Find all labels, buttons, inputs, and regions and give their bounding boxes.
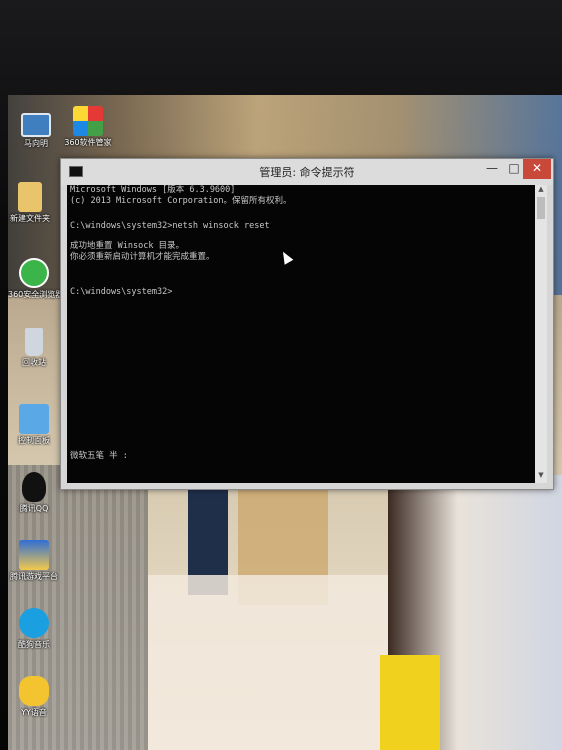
- recycle-bin-icon: [25, 328, 43, 356]
- qq-icon: [22, 472, 46, 502]
- desktop-icon-360-browser[interactable]: 360安全浏览器: [8, 258, 63, 300]
- scrollbar-thumb[interactable]: [537, 197, 545, 219]
- desktop-icon-new-folder[interactable]: 新建文件夹: [4, 182, 56, 224]
- console-line: 成功地重置 Winsock 目录。: [70, 241, 185, 251]
- console-output[interactable]: Microsoft Windows [版本 6.3.9600] (c) 2013…: [67, 185, 535, 483]
- control-panel-icon: [19, 404, 49, 434]
- scroll-down-icon[interactable]: ▼: [535, 471, 547, 481]
- console-prompt: C:\windows\system32>: [70, 287, 173, 297]
- folder-icon: [18, 182, 42, 212]
- 360-software-manager-icon: [73, 106, 103, 136]
- close-button[interactable]: ✕: [523, 159, 551, 179]
- yy-icon: [19, 676, 49, 706]
- console-line: C:\windows\system32>netsh winsock reset: [70, 221, 270, 231]
- ime-status: 微软五笔 半 :: [70, 451, 128, 461]
- 360-browser-icon: [19, 258, 49, 288]
- console-line: (c) 2013 Microsoft Corporation。保留所有权利。: [70, 196, 292, 206]
- wallpaper-street: [148, 575, 388, 750]
- tencent-games-icon: [19, 540, 49, 570]
- kugou-music-icon: [19, 608, 49, 638]
- desktop-icon-qq[interactable]: 腾讯QQ: [8, 472, 60, 514]
- desktop-icon-recycle-bin[interactable]: 回收站: [8, 328, 60, 368]
- desktop-icon-kugou[interactable]: 酷狗音乐: [8, 608, 60, 650]
- mouse-pointer-icon: [278, 249, 294, 265]
- desktop-icon-control-panel[interactable]: 控制面板: [8, 404, 60, 446]
- desktop-icon-360-software-manager[interactable]: 360软件管家: [62, 106, 114, 148]
- desktop-icon-tencent-games[interactable]: 腾讯游戏平台: [8, 540, 60, 582]
- console-line: Microsoft Windows [版本 6.3.9600]: [70, 185, 236, 195]
- scroll-up-icon[interactable]: ▲: [535, 185, 547, 195]
- command-prompt-window[interactable]: 管理员: 命令提示符 — □ ✕ Microsoft Windows [版本 6…: [60, 158, 554, 490]
- vertical-scrollbar[interactable]: ▲ ▼: [535, 185, 547, 483]
- computer-icon: [21, 113, 51, 137]
- desktop-icon-computer[interactable]: 马向明: [10, 108, 62, 149]
- title-bar[interactable]: 管理员: 命令提示符 — □ ✕: [61, 159, 553, 185]
- console-line: 你必须重新启动计算机才能完成重置。: [70, 252, 215, 262]
- desktop-icon-yy[interactable]: YY语音: [8, 676, 60, 718]
- wallpaper-yellow-bag: [380, 655, 440, 750]
